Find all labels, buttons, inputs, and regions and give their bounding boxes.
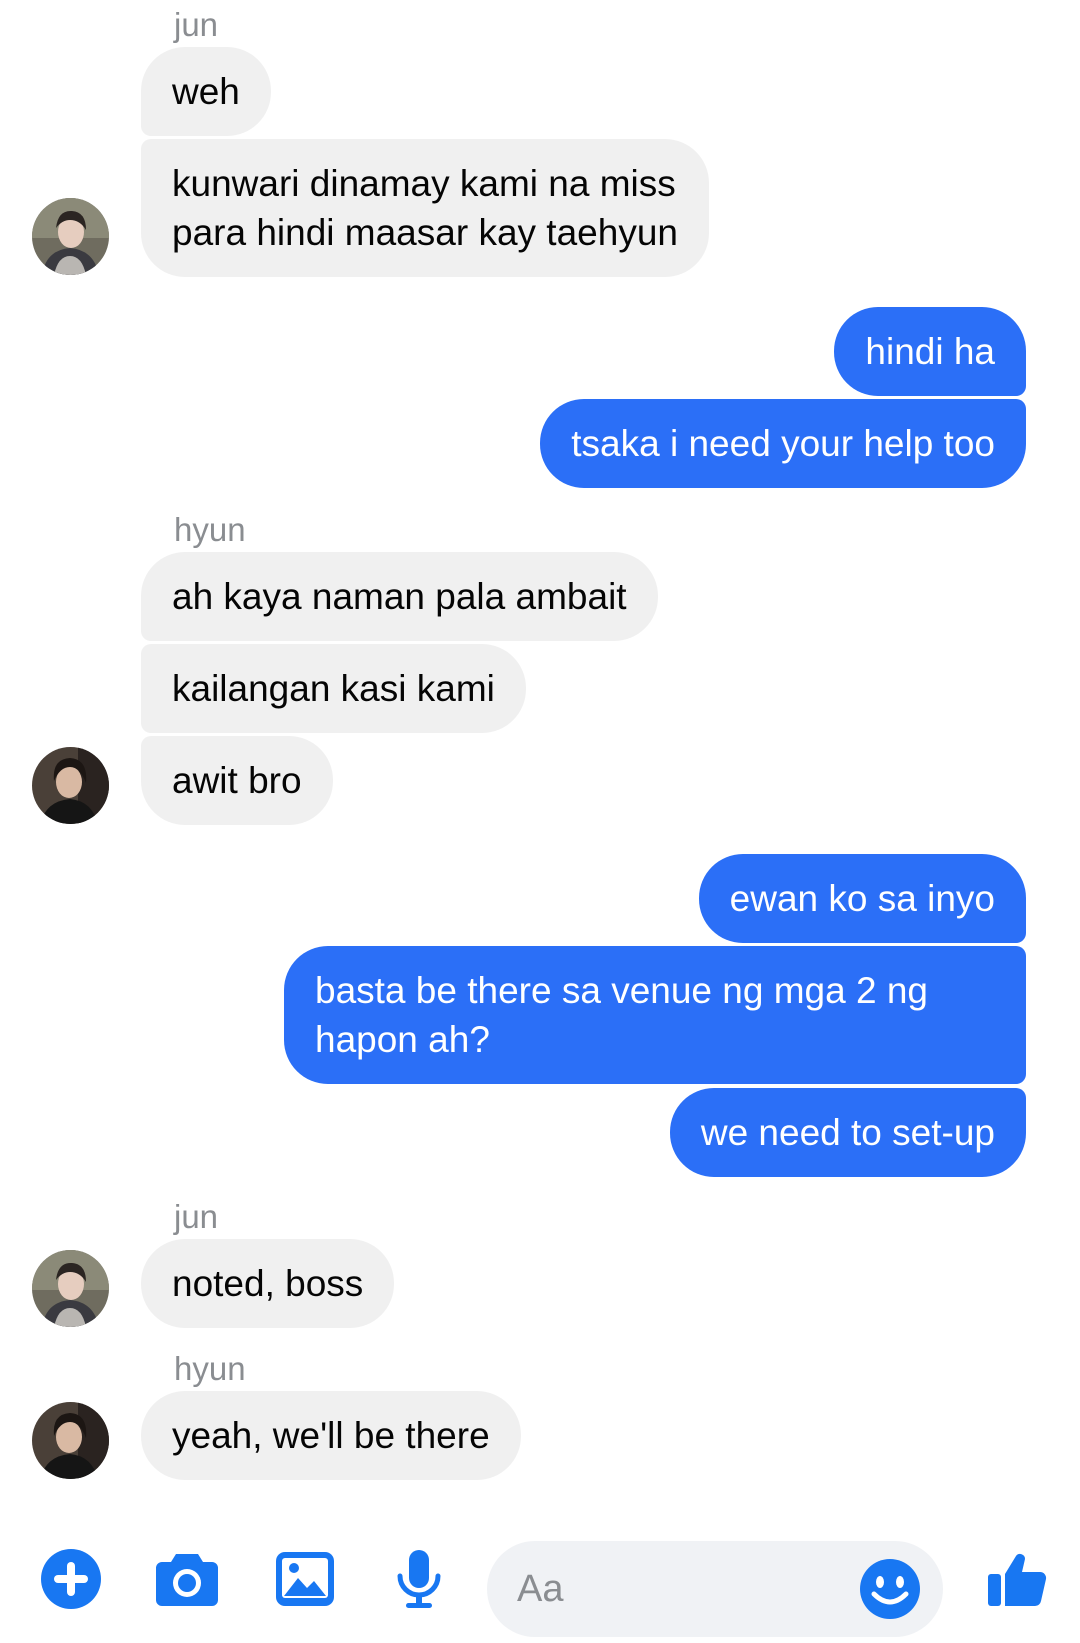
message-text: kunwari dinamay kami na miss (172, 163, 676, 204)
microphone-icon[interactable] (394, 1548, 444, 1615)
message-text: tsaka i need your help too (571, 423, 995, 464)
message-text: we need to set-up (700, 1112, 995, 1153)
message-text: kailangan kasi kami (172, 668, 495, 709)
plus-icon[interactable] (40, 1548, 102, 1615)
conversation: jun weh kunwari dinamay kami na miss par… (0, 0, 1080, 1643)
avatar-hyun[interactable] (32, 1402, 109, 1479)
sender-name: jun (174, 1198, 219, 1235)
message-bubble-incoming[interactable]: yeah, we'll be there (141, 1391, 521, 1480)
message-text: hindi ha (865, 331, 995, 372)
message-bubble-incoming[interactable]: awit bro (141, 736, 333, 825)
avatar-hyun[interactable] (32, 747, 109, 824)
sender-name: hyun (174, 511, 246, 548)
message-bubble-outgoing[interactable]: tsaka i need your help too (540, 399, 1026, 488)
message-bubble-incoming[interactable]: kunwari dinamay kami na miss para hindi … (141, 139, 709, 277)
message-input[interactable] (517, 1559, 847, 1619)
message-bubble-incoming[interactable]: kailangan kasi kami (141, 644, 526, 733)
message-bubble-outgoing[interactable]: we need to set-up (669, 1088, 1026, 1177)
message-text: ewan ko sa inyo (729, 878, 995, 919)
sender-name: hyun (174, 1350, 246, 1387)
thumbs-up-icon[interactable] (986, 1548, 1048, 1615)
avatar-jun[interactable] (32, 1250, 109, 1327)
image-icon[interactable] (274, 1548, 336, 1615)
message-text: weh (172, 71, 240, 112)
message-bubble-outgoing[interactable]: ewan ko sa inyo (698, 854, 1026, 943)
message-text: para hindi maasar kay taehyun (172, 212, 678, 253)
message-text: noted, boss (172, 1263, 364, 1304)
avatar-jun[interactable] (32, 198, 109, 275)
message-bubble-outgoing[interactable]: hindi ha (834, 307, 1026, 396)
message-text: basta be there sa venue ng mga 2 ng (315, 970, 928, 1011)
message-composer[interactable] (487, 1541, 943, 1637)
message-bubble-incoming[interactable]: ah kaya naman pala ambait (141, 552, 658, 641)
message-text: hapon ah? (315, 1019, 490, 1060)
message-text: awit bro (172, 760, 302, 801)
message-text: ah kaya naman pala ambait (172, 576, 627, 617)
camera-icon[interactable] (154, 1548, 220, 1615)
message-bubble-incoming[interactable]: weh (141, 47, 271, 136)
sender-name: jun (174, 6, 219, 43)
message-bubble-outgoing[interactable]: basta be there sa venue ng mga 2 ng hapo… (284, 946, 1026, 1084)
emoji-icon[interactable] (859, 1558, 921, 1625)
message-text: yeah, we'll be there (172, 1415, 490, 1456)
message-bubble-incoming[interactable]: noted, boss (141, 1239, 395, 1328)
